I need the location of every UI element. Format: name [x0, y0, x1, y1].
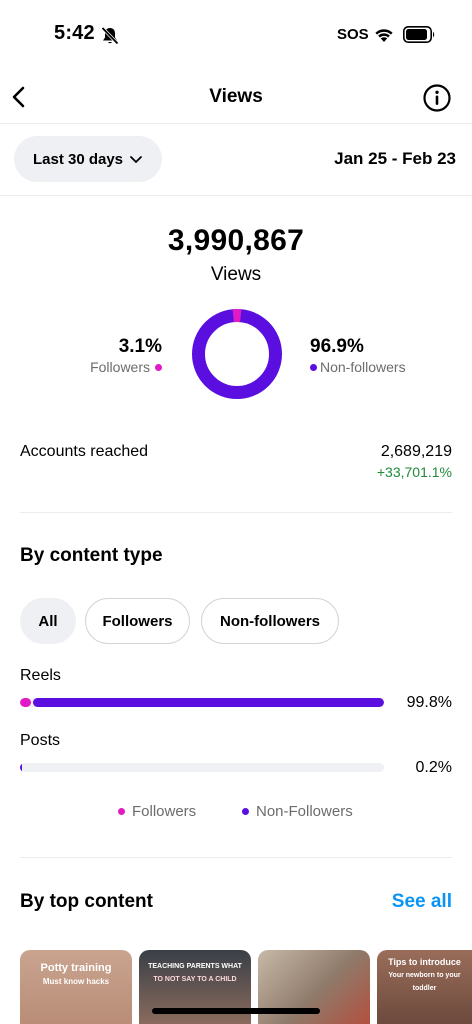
chip-non-followers[interactable]: Non-followers	[201, 598, 339, 644]
reels-label: Reels	[20, 667, 61, 684]
thumbnail-caption-line: TO NOT SAY TO A CHILD	[153, 976, 237, 983]
followers-donut-chart	[192, 309, 282, 399]
thumbnail-caption-line: Tips to introduce	[388, 957, 461, 967]
views-total: 3,990,867	[167, 224, 305, 257]
home-indicator[interactable]	[152, 1008, 320, 1014]
posts-bar	[20, 763, 384, 772]
thumbnail-caption-line: Your newborn to your toddler	[388, 972, 461, 992]
bell-slash-icon	[100, 26, 120, 46]
followers-dot	[155, 363, 162, 371]
posts-percent: 0.2%	[415, 759, 452, 776]
accounts-reached-label: Accounts reached	[20, 443, 149, 460]
date-range-text: Jan 25 - Feb 23	[334, 149, 456, 168]
legend-non-followers-label: Non-Followers	[256, 803, 353, 820]
thumbnail-caption-line: Potty training	[40, 962, 112, 974]
followers-legend: Followers	[90, 359, 162, 375]
legend-followers-dot	[118, 808, 125, 815]
divider	[20, 512, 452, 513]
filter-row: Last 30 days Jan 25 - Feb 23	[0, 124, 472, 196]
date-range-dropdown[interactable]: Last 30 days	[14, 136, 162, 182]
carrier-label: SOS	[337, 26, 369, 43]
info-icon[interactable]	[422, 83, 452, 113]
non-followers-percent: 96.9%	[310, 336, 364, 357]
wifi-icon	[375, 29, 393, 42]
nav-header: Views	[0, 72, 472, 124]
legend-followers: Followers	[118, 803, 196, 820]
section-title-top-content: By top content	[20, 891, 153, 912]
chip-followers[interactable]: Followers	[85, 598, 190, 644]
reels-bar-non-followers	[33, 698, 384, 707]
accounts-reached-value: 2,689,219	[380, 443, 452, 460]
status-time: 5:42	[54, 22, 95, 44]
legend-non-followers: Non-Followers	[242, 803, 353, 820]
followers-legend-label: Followers	[90, 359, 150, 375]
non-followers-dot	[310, 363, 317, 371]
divider	[20, 857, 452, 858]
chevron-down-icon	[130, 155, 142, 163]
page-title: Views	[209, 86, 263, 107]
see-all-link[interactable]: See all	[392, 891, 452, 913]
accounts-reached-change: +33,701.1%	[376, 464, 452, 480]
reels-bar-followers	[20, 698, 32, 707]
thumbnail-caption: TEACHING PARENTS WHAT TO NOT SAY TO A CH…	[139, 960, 251, 986]
date-range-dropdown-label: Last 30 days	[32, 150, 124, 168]
donut-ring-non-followers	[192, 309, 282, 399]
battery-icon	[403, 26, 435, 43]
reels-bar	[20, 698, 384, 707]
thumbnail-caption-line: TEACHING PARENTS WHAT	[148, 963, 242, 970]
thumbnail-caption: Tips to introduce Your newborn to your t…	[377, 956, 472, 995]
section-title-content-type: By content type	[20, 545, 163, 566]
non-followers-legend: Non-followers	[310, 359, 406, 375]
posts-label: Posts	[20, 732, 61, 749]
posts-bar-non-followers	[20, 763, 22, 772]
thumbnail-caption-line: Must know hacks	[42, 977, 110, 986]
non-followers-legend-label: Non-followers	[320, 359, 406, 375]
chip-all[interactable]: All	[20, 598, 76, 644]
followers-percent: 3.1%	[118, 336, 162, 357]
views-total-label: Views	[210, 264, 262, 285]
thumbnail-caption: Potty training Must know hacks	[20, 962, 132, 988]
top-content-thumbnail[interactable]: Tips to introduce Your newborn to your t…	[377, 950, 472, 1024]
reels-percent: 99.8%	[406, 694, 452, 711]
top-content-thumbnail[interactable]: Potty training Must know hacks	[20, 950, 132, 1024]
legend-non-followers-dot	[242, 808, 249, 815]
status-bar: 5:42 SOS	[0, 0, 472, 70]
legend-followers-label: Followers	[132, 803, 197, 820]
